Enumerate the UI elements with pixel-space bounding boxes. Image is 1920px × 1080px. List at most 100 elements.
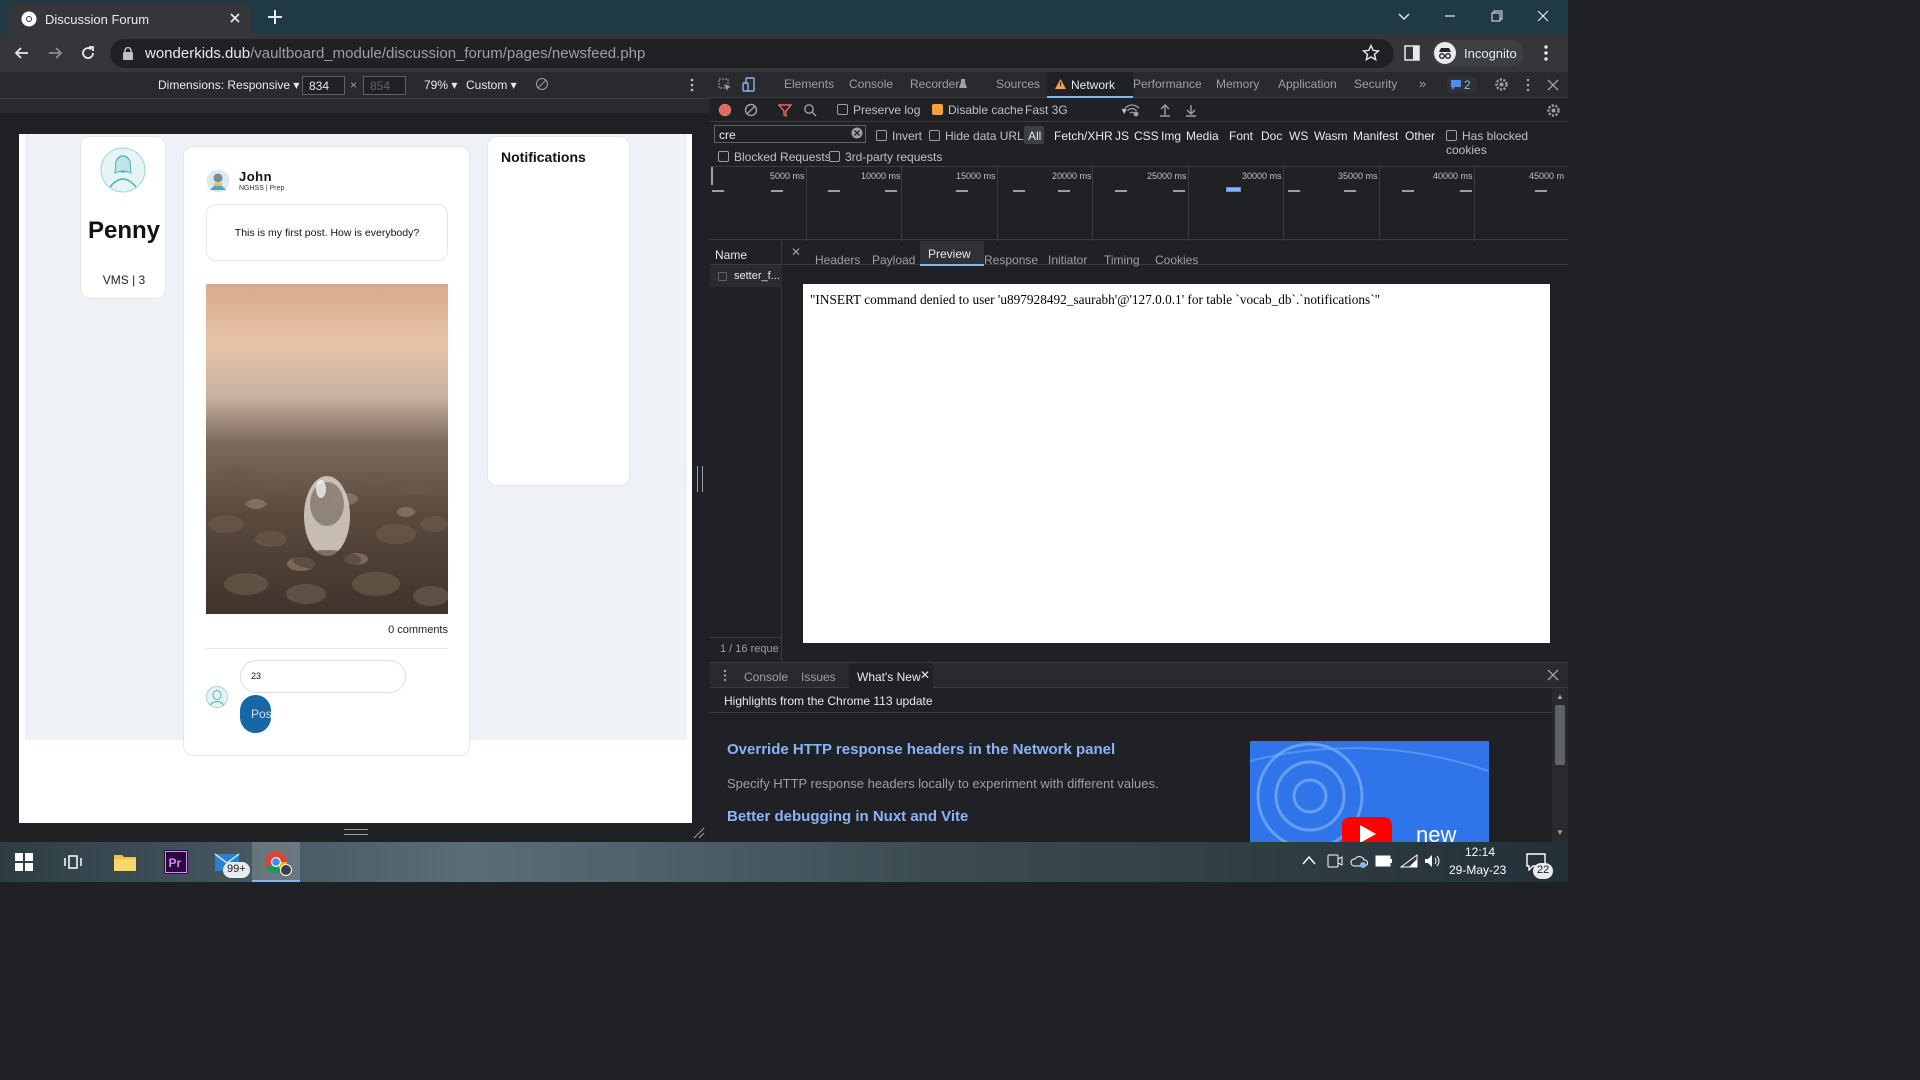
issues-badge[interactable]: 2 — [1447, 77, 1477, 93]
width-input[interactable]: 834 — [302, 76, 345, 95]
height-input[interactable]: 854 — [363, 76, 406, 95]
device-toggle-icon[interactable] — [742, 77, 756, 93]
drawer-scrollbar-thumb[interactable] — [1555, 705, 1565, 765]
scroll-up-icon[interactable]: ▲ — [1556, 692, 1564, 701]
scroll-down-icon[interactable]: ▼ — [1556, 828, 1564, 837]
blocked-requests-checkbox[interactable]: Blocked Requests — [718, 150, 831, 164]
media-query-bar[interactable] — [0, 98, 710, 113]
show-hidden-icons-icon[interactable] — [1302, 855, 1316, 865]
filter-type-other[interactable]: Other — [1405, 129, 1435, 143]
more-tabs-icon[interactable]: » — [1419, 76, 1426, 91]
tab-application[interactable]: Application — [1278, 77, 1337, 91]
viewport-corner-handle[interactable] — [692, 826, 706, 840]
tab-payload[interactable]: Payload — [872, 253, 915, 267]
task-view-icon[interactable] — [63, 852, 83, 872]
whats-new-video-thumbnail[interactable]: new — [1250, 741, 1489, 842]
meet-now-icon[interactable] — [1327, 854, 1343, 868]
network-filter-input[interactable]: cre — [714, 125, 866, 143]
lock-icon[interactable] — [122, 47, 134, 60]
forward-icon[interactable] — [45, 43, 65, 63]
volume-icon[interactable] — [1424, 854, 1442, 868]
windows-start-icon[interactable] — [15, 853, 33, 871]
clock-time[interactable]: 12:14 — [1465, 845, 1495, 859]
close-details-icon[interactable]: ✕ — [791, 245, 801, 259]
zoom-dropdown[interactable]: 79% ▾ — [424, 78, 457, 92]
rotate-icon[interactable] — [535, 77, 549, 91]
tab-response[interactable]: Response — [984, 253, 1038, 267]
drawer-menu-icon[interactable] — [723, 669, 727, 682]
filter-type-manifest[interactable]: Manifest — [1353, 129, 1398, 143]
record-icon[interactable] — [718, 103, 732, 117]
tab-memory[interactable]: Memory — [1216, 77, 1259, 91]
viewport-bottom-handle[interactable] — [344, 829, 368, 835]
throttle-dropdown[interactable]: Custom ▾ — [466, 78, 517, 92]
back-icon[interactable] — [12, 43, 32, 63]
invert-checkbox[interactable]: Invert — [876, 129, 922, 143]
filter-type-js[interactable]: JS — [1115, 129, 1129, 143]
close-window-icon[interactable] — [1520, 0, 1566, 32]
chrome-menu-icon[interactable] — [1540, 44, 1552, 62]
filter-type-all[interactable]: All — [1028, 129, 1041, 143]
close-whats-new-icon[interactable]: ✕ — [920, 668, 930, 682]
tab-cookies[interactable]: Cookies — [1155, 253, 1198, 267]
file-explorer-icon[interactable] — [113, 851, 137, 873]
search-icon[interactable] — [803, 103, 817, 117]
has-blocked-cookies-checkbox[interactable]: Has blocked cookies — [1446, 129, 1568, 157]
throttling-select[interactable]: Fast 3G ▼ — [1025, 103, 1129, 117]
browser-tab[interactable]: Discussion Forum — [8, 3, 251, 34]
filter-type-doc[interactable]: Doc — [1261, 129, 1282, 143]
post-image[interactable] — [206, 284, 448, 614]
comment-input[interactable]: 23 — [240, 660, 406, 693]
close-drawer-icon[interactable] — [1547, 669, 1559, 681]
filter-type-media[interactable]: Media — [1186, 129, 1219, 143]
filter-type-ws[interactable]: WS — [1289, 129, 1308, 143]
preview-text[interactable]: "INSERT command denied to user 'u8979284… — [810, 292, 1545, 308]
export-har-icon[interactable] — [1185, 103, 1197, 117]
clear-icon[interactable] — [744, 103, 758, 117]
tab-search-icon[interactable] — [1381, 0, 1427, 32]
tab-preview[interactable]: Preview — [920, 241, 984, 266]
post-comment-button[interactable]: Pos — [240, 695, 271, 733]
tab-timing[interactable]: Timing — [1104, 253, 1140, 267]
disable-cache-checkbox[interactable]: Disable cache — [932, 103, 1023, 117]
tab-console[interactable]: Console — [849, 77, 893, 91]
clear-filter-icon[interactable] — [851, 127, 863, 139]
name-column-header[interactable]: Name — [715, 248, 747, 262]
clock-date[interactable]: 29-May-23 — [1449, 863, 1506, 877]
inspect-element-icon[interactable] — [718, 78, 732, 92]
viewport-resize-handle[interactable] — [697, 466, 703, 492]
premiere-pro-icon[interactable]: Pr — [164, 850, 188, 874]
tab-security[interactable]: Security — [1354, 77, 1397, 91]
battery-icon[interactable] — [1375, 855, 1393, 867]
tab-elements[interactable]: Elements — [784, 77, 834, 91]
tab-initiator[interactable]: Initiator — [1048, 253, 1087, 267]
network-settings-icon[interactable] — [1546, 103, 1561, 118]
dimensions-dropdown[interactable]: Dimensions: Responsive ▾ — [158, 78, 299, 92]
drawer-tab-whats-new[interactable]: What's New ✕ — [849, 663, 933, 688]
filter-type-wasm[interactable]: Wasm — [1314, 129, 1348, 143]
restore-icon[interactable] — [1474, 0, 1520, 32]
onedrive-sync-icon[interactable] — [1350, 854, 1368, 868]
close-devtools-icon[interactable] — [1547, 79, 1559, 91]
article-override-headers-link[interactable]: Override HTTP response headers in the Ne… — [727, 741, 1115, 758]
hide-data-urls-checkbox[interactable]: Hide data URLs — [929, 129, 1030, 143]
minimize-icon[interactable] — [1427, 0, 1473, 32]
side-panel-icon[interactable] — [1404, 45, 1420, 61]
network-conditions-icon[interactable] — [1124, 103, 1140, 117]
device-options-icon[interactable] — [689, 78, 695, 92]
request-row[interactable]: setter_f... — [710, 265, 782, 287]
filter-type-fetch-xhr[interactable]: Fetch/XHR — [1054, 129, 1113, 143]
filter-type-img[interactable]: Img — [1161, 129, 1181, 143]
bookmark-star-icon[interactable] — [1362, 44, 1380, 62]
filter-type-css[interactable]: CSS — [1134, 129, 1159, 143]
wifi-icon[interactable] — [1400, 854, 1418, 868]
tab-sources[interactable]: Sources — [996, 77, 1040, 91]
tab-network[interactable]: Network — [1047, 72, 1133, 98]
drawer-tab-console[interactable]: Console — [744, 670, 788, 684]
incognito-chip[interactable]: Incognito — [1432, 40, 1524, 66]
taskbar-chrome[interactable] — [252, 842, 300, 882]
article-nuxt-vite-link[interactable]: Better debugging in Nuxt and Vite — [727, 808, 968, 825]
comments-count[interactable]: 0 comments — [364, 624, 448, 636]
devtools-settings-icon[interactable] — [1494, 77, 1509, 92]
drawer-scrollbar[interactable]: ▲ ▼ — [1552, 688, 1568, 842]
